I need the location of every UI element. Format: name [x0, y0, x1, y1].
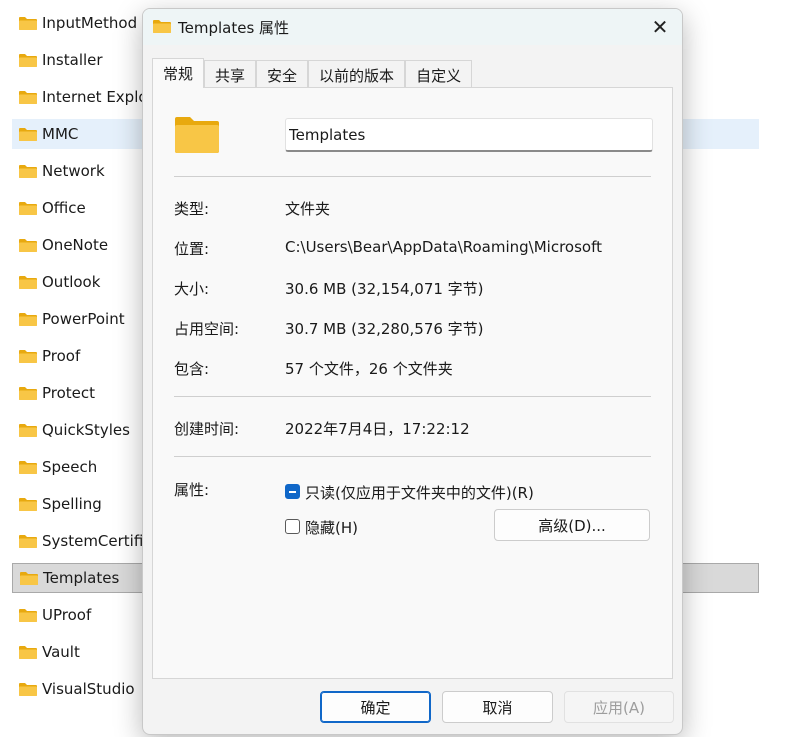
folder-icon	[19, 609, 37, 622]
size-value: 30.6 MB (32,154,071 字节)	[285, 280, 484, 298]
file-name: MMC	[42, 125, 79, 143]
folder-icon	[19, 165, 37, 178]
file-name: SystemCertific	[42, 532, 152, 550]
advanced-button[interactable]: 高级(D)...	[494, 509, 650, 541]
folder-icon	[19, 424, 37, 437]
file-name: UProof	[42, 606, 92, 624]
file-name: InputMethod	[42, 14, 138, 32]
folder-icon	[19, 54, 37, 67]
file-name: VisualStudio	[42, 680, 135, 698]
apply-button[interactable]: 应用(A)	[564, 691, 674, 723]
created-value: 2022年7月4日，17:22:12	[285, 420, 470, 438]
type-value: 文件夹	[285, 200, 331, 218]
tab-general[interactable]: 常规	[152, 58, 205, 88]
folder-icon	[19, 498, 37, 511]
properties-dialog: Templates 属性 ✕ 常规 共享 安全 以前的版本 自定义 类型: 文件…	[142, 8, 683, 735]
hidden-checkbox[interactable]	[285, 519, 300, 534]
file-name: Proof	[42, 347, 81, 365]
folder-icon	[19, 276, 37, 289]
file-name: PowerPoint	[42, 310, 125, 328]
file-name: QuickStyles	[42, 421, 130, 439]
folder-icon	[19, 239, 37, 252]
tab-security[interactable]: 安全	[256, 60, 309, 89]
type-label: 类型:	[174, 200, 210, 218]
dialog-titlebar[interactable]: Templates 属性 ✕	[143, 9, 682, 45]
folder-icon	[20, 572, 38, 585]
folder-icon	[19, 646, 37, 659]
file-name: Spelling	[42, 495, 102, 513]
tab-sharing[interactable]: 共享	[204, 60, 257, 89]
folder-icon	[19, 387, 37, 400]
tab-bar: 常规 共享 安全 以前的版本 自定义	[152, 58, 473, 89]
folder-icon	[19, 313, 37, 326]
divider	[174, 396, 651, 397]
folder-icon	[19, 91, 37, 104]
tab-customize[interactable]: 自定义	[405, 60, 473, 89]
file-name: Internet Explo	[42, 88, 148, 106]
folder-icon	[175, 117, 219, 153]
size-label: 大小:	[174, 280, 210, 298]
readonly-checkbox[interactable]	[285, 484, 300, 499]
tab-previous-versions[interactable]: 以前的版本	[308, 60, 406, 89]
ok-button[interactable]: 确定	[320, 691, 431, 723]
folder-icon	[19, 461, 37, 474]
folder-name-input[interactable]	[285, 118, 653, 152]
file-name: Speech	[42, 458, 98, 476]
file-name: Network	[42, 162, 105, 180]
attributes-label: 属性:	[174, 481, 210, 499]
file-name: OneNote	[42, 236, 109, 254]
file-name: Vault	[42, 643, 80, 661]
folder-icon	[19, 535, 37, 548]
file-name: Office	[42, 199, 86, 217]
folder-icon	[153, 20, 171, 33]
close-icon: ✕	[651, 15, 669, 39]
cancel-button[interactable]: 取消	[442, 691, 553, 723]
file-name: Outlook	[42, 273, 101, 291]
hidden-label[interactable]: 隐藏(H)	[305, 517, 358, 538]
file-name: Protect	[42, 384, 96, 402]
folder-icon	[19, 128, 37, 141]
readonly-label[interactable]: 只读(仅应用于文件夹中的文件)(R)	[305, 482, 534, 503]
file-name: Installer	[42, 51, 103, 69]
file-name: Templates	[43, 569, 120, 587]
created-label: 创建时间:	[174, 420, 240, 438]
divider	[174, 456, 651, 457]
location-value: C:\Users\Bear\AppData\Roaming\Microsoft	[285, 238, 602, 256]
close-button[interactable]: ✕	[644, 11, 676, 43]
dialog-title: Templates 属性	[178, 19, 290, 37]
divider	[174, 176, 651, 177]
folder-icon	[19, 350, 37, 363]
folder-icon	[19, 683, 37, 696]
general-panel: 类型: 文件夹 位置: C:\Users\Bear\AppData\Roamin…	[152, 87, 673, 679]
folder-icon	[19, 17, 37, 30]
contains-value: 57 个文件，26 个文件夹	[285, 360, 453, 378]
size-on-disk-label: 占用空间:	[174, 320, 240, 338]
folder-icon	[19, 202, 37, 215]
contains-label: 包含:	[174, 360, 210, 378]
size-on-disk-value: 30.7 MB (32,280,576 字节)	[285, 320, 484, 338]
location-label: 位置:	[174, 240, 210, 258]
